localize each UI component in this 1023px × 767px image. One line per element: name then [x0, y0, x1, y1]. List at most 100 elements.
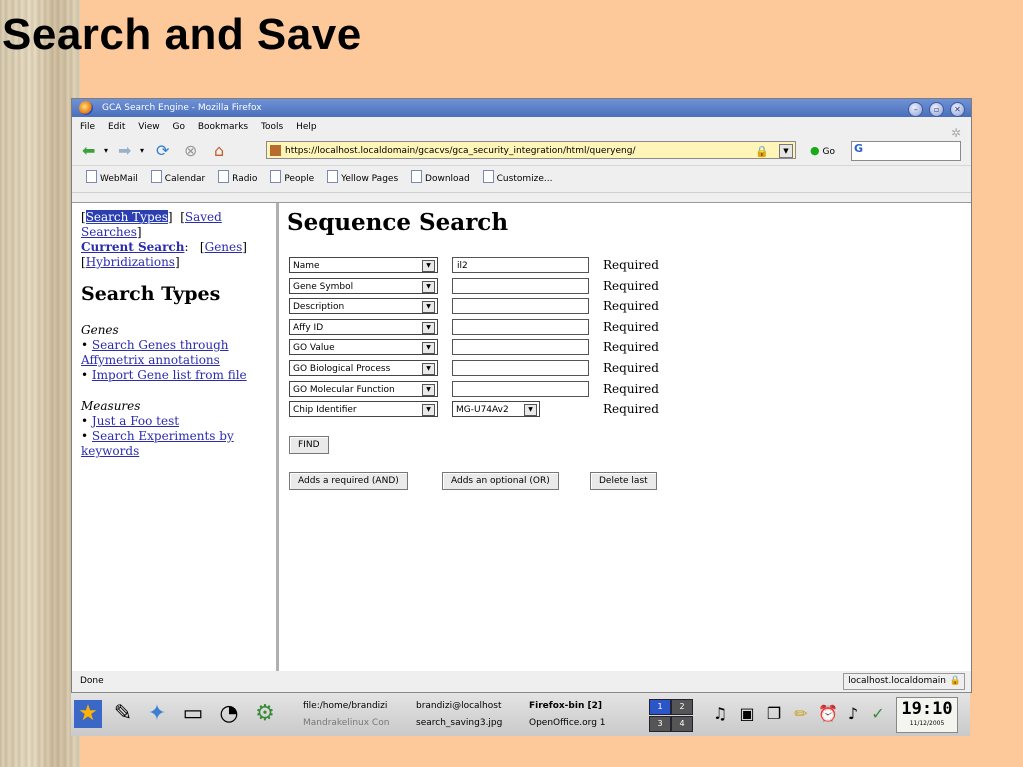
task-file-browser[interactable]: file:/home/brandizi: [303, 699, 411, 714]
home-folder-icon[interactable]: ✎: [109, 700, 137, 728]
value-input[interactable]: [452, 339, 589, 355]
current-search-link[interactable]: Current Search: [81, 240, 184, 254]
bookmark-webmail[interactable]: WebMail: [86, 170, 138, 184]
field-select-value: GO Molecular Function: [293, 385, 395, 395]
add-optional-button[interactable]: Adds an optional (OR): [442, 472, 559, 490]
maximize-button[interactable]: ▫: [929, 102, 945, 117]
bookmark-label: WebMail: [100, 174, 138, 184]
settings-icon[interactable]: ⚙: [251, 700, 279, 728]
tray-pen-icon[interactable]: ✏: [787, 700, 815, 728]
stop-icon[interactable]: ⊗: [184, 142, 197, 160]
task-image[interactable]: search_saving3.jpg: [416, 716, 524, 731]
search-types-link[interactable]: Search Types: [85, 210, 168, 224]
go-button[interactable]: ● Go: [810, 144, 835, 157]
value-input[interactable]: [452, 319, 589, 335]
clock[interactable]: 19:10 11/12/2005: [896, 697, 958, 733]
bookmark-people[interactable]: People: [270, 170, 314, 184]
field-select-value: Name: [293, 261, 320, 271]
task-openoffice[interactable]: OpenOffice.org 1: [529, 716, 639, 731]
tray-speaker-icon[interactable]: ♪: [839, 700, 867, 728]
hybridizations-link[interactable]: Hybridizations: [86, 255, 175, 269]
search-input[interactable]: G: [851, 141, 961, 161]
url-dropdown-icon[interactable]: ▼: [779, 144, 793, 158]
tray-clipboard-icon[interactable]: ❐: [760, 700, 788, 728]
reload-icon[interactable]: ⟳: [156, 142, 169, 160]
minimize-button[interactable]: –: [908, 102, 924, 117]
url-bar[interactable]: https://localhost.localdomain/gcacvs/gca…: [266, 141, 796, 159]
foo-test-link[interactable]: Just a Foo test: [92, 414, 179, 428]
task-terminal[interactable]: brandizi@localhost: [416, 699, 524, 714]
find-button[interactable]: FIND: [289, 436, 329, 454]
field-select[interactable]: GO Biological Process ▼: [289, 360, 438, 376]
tray-mixer-icon[interactable]: ♫: [706, 700, 734, 728]
pager-desktop-2[interactable]: 2: [671, 699, 693, 715]
bookmark-label: Yellow Pages: [341, 174, 399, 184]
chip-select[interactable]: MG-U74Av2 ▼: [452, 401, 540, 417]
status-text: Done: [80, 676, 104, 686]
forward-arrow-icon[interactable]: ➡: [118, 142, 131, 160]
menu-view[interactable]: View: [138, 122, 159, 132]
menu-edit[interactable]: Edit: [108, 122, 125, 132]
terminal-icon[interactable]: ▭: [179, 700, 207, 728]
value-input[interactable]: [452, 298, 589, 314]
bookmark-customize[interactable]: Customize...: [482, 170, 552, 184]
menu-file[interactable]: File: [80, 122, 95, 132]
task-firefox[interactable]: Firefox-bin [2]: [529, 699, 639, 714]
sidebar-heading: Search Types: [81, 283, 221, 305]
lock-icon[interactable]: 🔒: [755, 143, 769, 158]
slide-title: Search and Save: [2, 10, 362, 59]
import-gene-list-link[interactable]: Import Gene list from file: [92, 368, 247, 382]
value-input[interactable]: [452, 381, 589, 397]
value-input[interactable]: [452, 278, 589, 294]
menu-go[interactable]: Go: [172, 122, 184, 132]
pager-desktop-1[interactable]: 1: [649, 699, 671, 715]
delete-last-button[interactable]: Delete last: [590, 472, 657, 490]
tray-update-icon[interactable]: ✓: [864, 700, 892, 728]
bookmark-yellow-pages[interactable]: Yellow Pages: [327, 170, 399, 184]
menu-bookmarks[interactable]: Bookmarks: [198, 122, 248, 132]
search-experiments-link[interactable]: Search Experiments by keywords: [81, 429, 234, 458]
bookmark-download[interactable]: Download: [411, 170, 470, 184]
back-arrow-icon[interactable]: ⬅: [82, 142, 95, 160]
chevron-down-icon: ▼: [422, 301, 435, 313]
close-button[interactable]: ✕: [950, 102, 965, 117]
genes-link[interactable]: Genes: [205, 240, 243, 254]
lock-icon[interactable]: 🔒: [950, 674, 961, 689]
field-select[interactable]: Description ▼: [289, 298, 438, 314]
network-icon[interactable]: ✦: [143, 700, 171, 728]
required-label: Required: [603, 402, 659, 416]
add-required-button[interactable]: Adds a required (AND): [289, 472, 408, 490]
field-select[interactable]: Name ▼: [289, 257, 438, 273]
task-mandrake[interactable]: Mandrakelinux Con: [303, 716, 411, 731]
home-icon[interactable]: ⌂: [214, 142, 224, 160]
title-bar[interactable]: GCA Search Engine - Mozilla Firefox – ▫ …: [72, 99, 971, 117]
search-genes-affymetrix-link[interactable]: Search Genes through Affymetrix annotati…: [81, 338, 229, 367]
main-panel: Sequence Search Name ▼ il2 Required Gene …: [287, 203, 967, 671]
back-dropdown-icon[interactable]: ▾: [104, 142, 108, 160]
pager-desktop-4[interactable]: 4: [671, 716, 693, 732]
menu-tools[interactable]: Tools: [261, 122, 283, 132]
value-input[interactable]: il2: [452, 257, 589, 273]
star-menu-icon[interactable]: ★: [74, 700, 102, 728]
forward-dropdown-icon[interactable]: ▾: [140, 142, 144, 160]
field-select[interactable]: GO Molecular Function ▼: [289, 381, 438, 397]
field-select-value: Description: [293, 302, 345, 312]
required-label: Required: [603, 320, 659, 334]
field-select[interactable]: GO Value ▼: [289, 339, 438, 355]
site-icon: [270, 145, 281, 156]
value-input[interactable]: [452, 360, 589, 376]
bookmark-calendar[interactable]: Calendar: [150, 170, 205, 184]
field-select[interactable]: Affy ID ▼: [289, 319, 438, 335]
required-label: Required: [603, 258, 659, 272]
tray-alarm-icon[interactable]: ⏰: [814, 700, 842, 728]
measures-section-title: Measures: [81, 399, 141, 413]
pager-desktop-3[interactable]: 3: [649, 716, 671, 732]
tray-monitor-icon[interactable]: ▣: [733, 700, 761, 728]
bookmark-radio[interactable]: Radio: [218, 170, 257, 184]
field-select[interactable]: Chip Identifier ▼: [289, 401, 438, 417]
required-label: Required: [603, 340, 659, 354]
clock-app-icon[interactable]: ◔: [215, 700, 243, 728]
required-label: Required: [603, 299, 659, 313]
field-select[interactable]: Gene Symbol ▼: [289, 278, 438, 294]
menu-help[interactable]: Help: [296, 122, 317, 132]
